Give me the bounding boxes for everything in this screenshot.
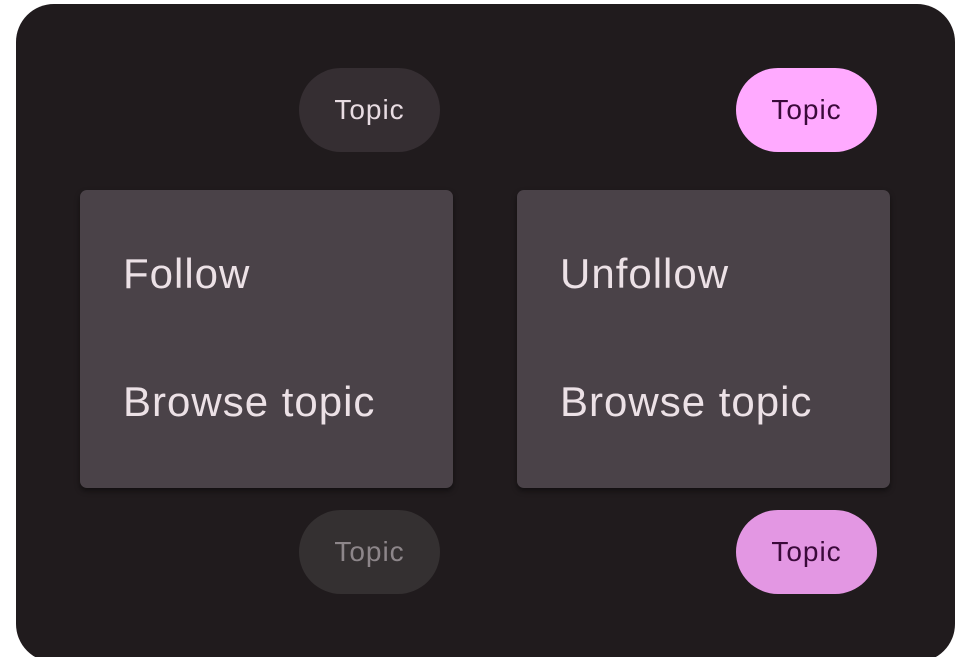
topic-chip-unselected[interactable]: Topic bbox=[299, 68, 440, 152]
topic-chip-selected-disabled: Topic bbox=[736, 510, 877, 594]
menu-item-follow[interactable]: Follow bbox=[80, 210, 453, 338]
topic-chip-selected[interactable]: Topic bbox=[736, 68, 877, 152]
unfollow-dropdown-menu: Unfollow Browse topic bbox=[517, 190, 890, 488]
menu-item-unfollow[interactable]: Unfollow bbox=[517, 210, 890, 338]
follow-dropdown-menu: Follow Browse topic bbox=[80, 190, 453, 488]
menu-item-browse-topic[interactable]: Browse topic bbox=[517, 338, 890, 466]
topic-chip-unselected-disabled: Topic bbox=[299, 510, 440, 594]
menu-item-browse-topic[interactable]: Browse topic bbox=[80, 338, 453, 466]
